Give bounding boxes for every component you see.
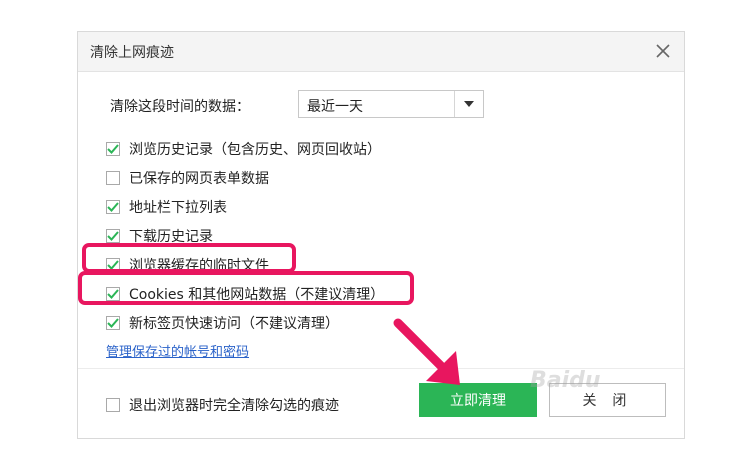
exit-clear-checkbox[interactable] xyxy=(106,398,120,412)
dialog-title: 清除上网痕迹 xyxy=(90,45,174,61)
time-range-value: 最近一天 xyxy=(307,99,363,115)
checkbox-checked[interactable] xyxy=(106,315,120,330)
option-row[interactable]: 地址栏下拉列表 xyxy=(106,192,466,221)
dialog-footer: 退出浏览器时完全清除勾选的痕迹 立即清理 关 闭 xyxy=(78,368,684,440)
option-label: 地址栏下拉列表 xyxy=(129,199,227,216)
option-label: 下载历史记录 xyxy=(129,228,213,245)
exit-clear-option[interactable]: 退出浏览器时完全清除勾选的痕迹 xyxy=(106,395,339,415)
option-label: 已保存的网页表单数据 xyxy=(129,170,269,187)
chevron-down-icon[interactable] xyxy=(454,91,483,117)
manage-passwords-link[interactable]: 管理保存过的帐号和密码 xyxy=(106,341,249,360)
clear-history-dialog: 清除上网痕迹 清除这段时间的数据： 最近一天 浏览历史记录（包含历史、网页回收站… xyxy=(77,31,685,439)
option-row[interactable]: Cookies 和其他网站数据（不建议清理） xyxy=(106,279,466,308)
time-range-label: 清除这段时间的数据： xyxy=(110,99,250,115)
checkbox-checked[interactable] xyxy=(106,228,120,243)
checkbox-checked[interactable] xyxy=(106,257,120,272)
option-row[interactable]: 已保存的网页表单数据 xyxy=(106,163,466,192)
option-label: 浏览历史记录（包含历史、网页回收站） xyxy=(129,141,381,158)
option-row[interactable]: 浏览历史记录（包含历史、网页回收站） xyxy=(106,134,466,163)
option-row[interactable]: 下载历史记录 xyxy=(106,221,466,250)
time-range-select[interactable]: 最近一天 xyxy=(298,90,484,118)
checkbox-checked[interactable] xyxy=(106,199,120,214)
option-label: 新标签页快速访问（不建议清理） xyxy=(129,315,339,332)
clear-now-button[interactable]: 立即清理 xyxy=(419,383,537,417)
dialog-titlebar: 清除上网痕迹 xyxy=(78,32,684,72)
checkbox-unchecked[interactable] xyxy=(106,170,120,185)
time-range-row: 清除这段时间的数据： 最近一天 xyxy=(110,90,484,118)
option-label: Cookies 和其他网站数据（不建议清理） xyxy=(129,286,385,303)
checkbox-checked[interactable] xyxy=(106,141,120,156)
option-row[interactable]: 新标签页快速访问（不建议清理） xyxy=(106,308,466,337)
option-row[interactable]: 浏览器缓存的临时文件 xyxy=(106,250,466,279)
exit-clear-label: 退出浏览器时完全清除勾选的痕迹 xyxy=(129,398,339,414)
close-button[interactable]: 关 闭 xyxy=(549,383,666,417)
checkbox-checked[interactable] xyxy=(106,286,120,301)
option-label: 浏览器缓存的临时文件 xyxy=(129,257,269,274)
data-options-list: 浏览历史记录（包含历史、网页回收站） 已保存的网页表单数据 地址栏下拉列表 下载历史记… xyxy=(106,134,466,337)
close-icon[interactable] xyxy=(652,40,674,62)
